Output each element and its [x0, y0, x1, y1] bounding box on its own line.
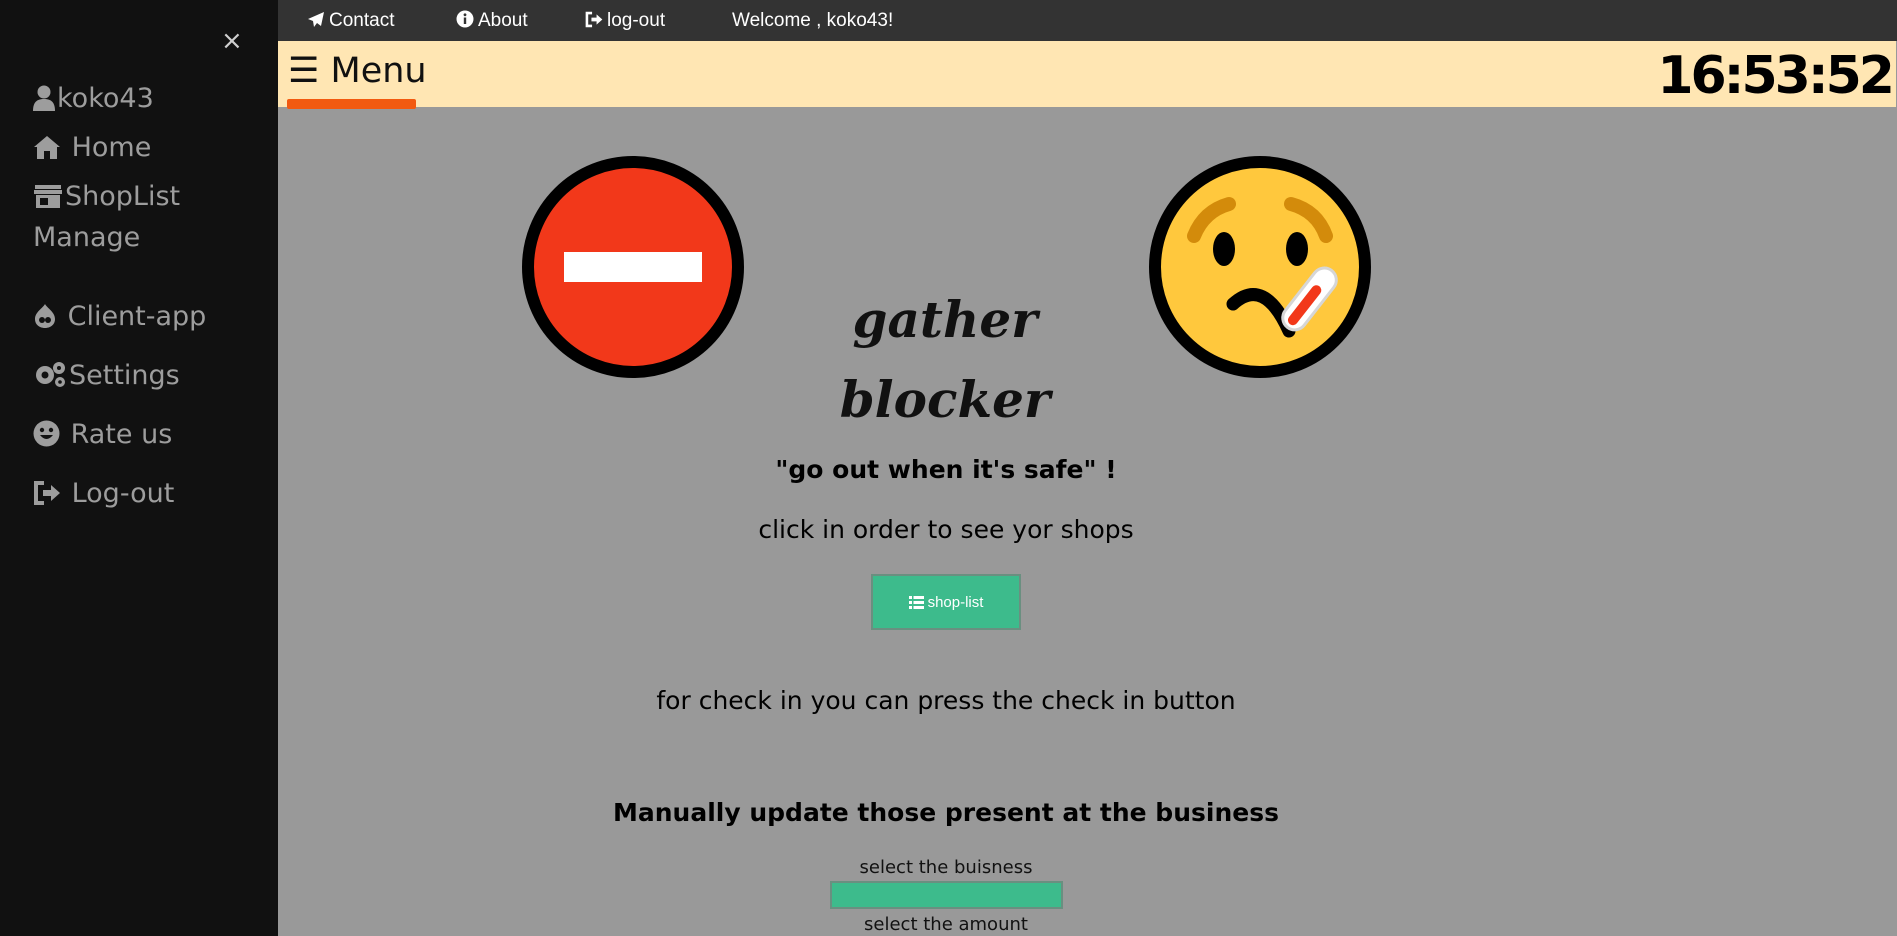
- sidebar-item-home[interactable]: Home: [33, 127, 151, 168]
- sidebar-item-manage[interactable]: Manage: [33, 217, 140, 258]
- sidebar-item-profile[interactable]: koko43: [33, 78, 154, 119]
- sidebar-item-client-app[interactable]: Client-app: [33, 296, 206, 337]
- drupal-icon: [35, 304, 55, 328]
- sidebar-item-rate-us[interactable]: Rate us: [33, 414, 172, 455]
- sick-face-icon: [1149, 156, 1371, 378]
- app-title: gather blocker: [839, 290, 1051, 429]
- clock: 16:53:52: [1657, 46, 1895, 106]
- sidebar-item-label: Home: [71, 132, 152, 163]
- sign-out-icon: [34, 481, 60, 505]
- sidebar-item-label: Settings: [69, 360, 180, 391]
- sidebar-item-settings[interactable]: Settings: [33, 355, 180, 396]
- select-business-label: select the buisness: [859, 857, 1033, 878]
- sidebar-item-label: Log-out: [71, 478, 175, 509]
- shop-list-label: shop-list: [927, 593, 984, 611]
- sidebar-item-label: Rate us: [70, 419, 173, 450]
- sign-out-icon: [585, 11, 603, 28]
- welcome-text: Welcome , koko43!: [732, 10, 894, 31]
- sidebar-item-label: koko43: [57, 83, 154, 114]
- no-entry-icon: [522, 156, 744, 378]
- select-amount-label: select the amount: [864, 914, 1028, 935]
- menu-bar: ☰ Menu 16:53:52: [278, 41, 1896, 109]
- gears-icon: [36, 362, 65, 387]
- sidebar-item-label: Client-app: [67, 301, 207, 332]
- home-icon: [34, 136, 60, 159]
- paper-plane-icon: [308, 12, 324, 27]
- info-circle-icon: [456, 10, 474, 28]
- top-nav: Contact About log-out Welcome , koko43!: [278, 0, 1897, 41]
- contact-link[interactable]: Contact: [307, 0, 394, 41]
- checkin-instruction: for check in you can press the check in …: [656, 686, 1236, 715]
- slogan: "go out when it's safe" !: [775, 455, 1117, 484]
- manual-update-heading: Manually update those present at the bus…: [613, 798, 1279, 827]
- shops-instruction: click in order to see yor shops: [758, 515, 1134, 544]
- sidebar-item-log-out[interactable]: Log-out: [33, 473, 174, 514]
- logout-link[interactable]: log-out: [585, 0, 665, 41]
- user-icon: [33, 85, 55, 111]
- close-sidebar-button[interactable]: ×: [221, 26, 243, 56]
- list-icon: [908, 595, 924, 609]
- sidebar-item-label: ShopList: [65, 181, 181, 212]
- sidebar-item-label: Manage: [33, 222, 141, 253]
- about-label: About: [478, 10, 528, 31]
- smile-icon: [33, 420, 60, 447]
- sidebar-item-shoplist[interactable]: ShopList: [33, 176, 180, 217]
- sidebar: × koko43 Home ShopList Manage Client-app…: [0, 0, 278, 936]
- about-link[interactable]: About: [456, 0, 528, 41]
- contact-label: Contact: [329, 10, 395, 31]
- menu-button[interactable]: ☰ Menu: [288, 46, 427, 96]
- shop-list-button[interactable]: shop-list: [871, 574, 1021, 630]
- business-select[interactable]: [830, 881, 1063, 909]
- store-icon: [34, 185, 62, 208]
- logout-label: log-out: [607, 10, 666, 31]
- menu-underline-highlight: [287, 99, 416, 109]
